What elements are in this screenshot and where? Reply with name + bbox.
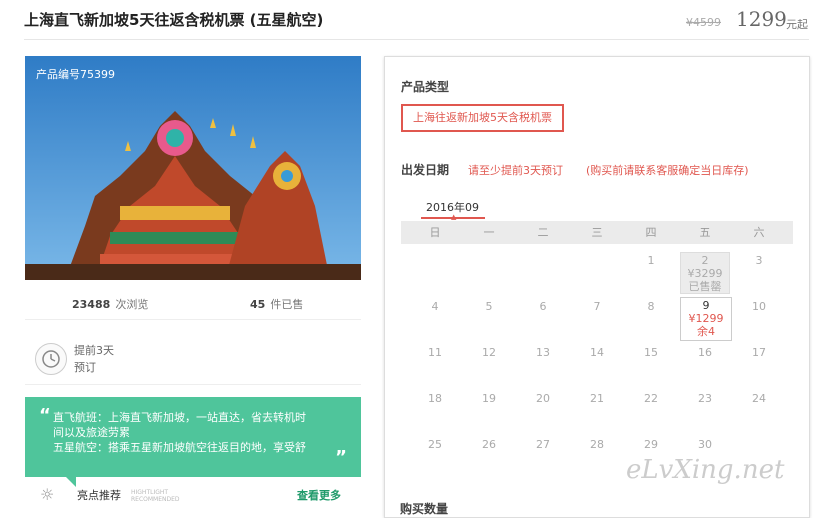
sold-stat: 45 件已售 [250, 293, 303, 312]
calendar-day: 12 [482, 346, 496, 359]
header-divider [24, 39, 809, 40]
product-code: 产品编号75399 [36, 68, 115, 81]
calendar-day: 10 [752, 300, 766, 313]
soldout-status: 已售罄 [688, 280, 722, 293]
highlight-line-3: 五星航空：搭乘五星新加坡航空往返目的地，享受舒 [53, 441, 306, 454]
available-price: ¥1299 [688, 312, 724, 325]
quote-open-icon: “ [39, 405, 51, 426]
calendar-day: 25 [428, 438, 442, 451]
calendar-day: 7 [593, 300, 601, 313]
views-stat: 23488 次浏览 [72, 293, 148, 312]
highlight-line-1: 直飞航班：上海直飞新加坡，一站直达，省去转机时 [53, 411, 306, 424]
sold-count: 45 [250, 298, 266, 311]
stats-divider [25, 319, 361, 320]
calendar-day: 6 [539, 300, 547, 313]
calendar-day: 13 [536, 346, 550, 359]
weekday-fri: 五 [699, 226, 711, 239]
temple-illustration [25, 56, 361, 280]
stock-warning: (购买前请联系客服确定当日库存) [586, 164, 749, 177]
calendar-day-available[interactable]: 9 ¥1299 余4 [680, 297, 732, 341]
calendar-day: 29 [644, 438, 658, 451]
calendar-day: 22 [644, 392, 658, 405]
weekday-wed: 三 [591, 226, 603, 239]
calendar-day: 17 [752, 346, 766, 359]
calendar-day: 28 [590, 438, 604, 451]
advance-warning: 请至少提前3天预订 [468, 164, 563, 177]
calendar-day: 27 [536, 438, 550, 451]
calendar-day: 14 [590, 346, 604, 359]
calendar-day: 20 [536, 392, 550, 405]
available-day: 9 [702, 299, 710, 312]
see-more-link[interactable]: 查看更多 [297, 487, 341, 503]
highlight-label: 亮点推荐 [77, 489, 121, 502]
calendar-day: 30 [698, 438, 712, 451]
available-remaining: 余4 [697, 325, 715, 338]
calendar-day: 23 [698, 392, 712, 405]
weekday-tue: 二 [537, 226, 549, 239]
weekday-thu: 四 [645, 226, 657, 239]
calendar-day: 11 [428, 346, 442, 359]
calendar-day: 1 [647, 254, 655, 267]
page-title: 上海直飞新加坡5天往返含税机票 (五星航空) [24, 11, 324, 29]
current-price: 1299 [736, 7, 787, 31]
site-watermark: eLvXing.net [626, 455, 785, 485]
calendar-day: 21 [590, 392, 604, 405]
caret-up-icon: ▲ [451, 213, 457, 221]
clock-icon [35, 343, 67, 375]
views-count: 23488 [72, 298, 111, 311]
sold-label: 件已售 [270, 298, 304, 311]
calendar-weekday-header: 日 一 二 三 四 五 六 [401, 221, 793, 244]
highlight-label-en-1: HIGHTLIGHT [131, 489, 169, 496]
weekday-mon: 一 [483, 226, 495, 239]
calendar-day: 16 [698, 346, 712, 359]
product-photo[interactable] [25, 56, 361, 280]
calendar-day: 26 [482, 438, 496, 451]
soldout-price: ¥3299 [687, 267, 723, 280]
product-type-option[interactable]: 上海往返新加坡5天含税机票 [401, 104, 564, 132]
calendar-day: 4 [431, 300, 439, 313]
sun-icon: ☼ [40, 485, 55, 504]
advance-booking-note: 提前3天 预订 [74, 342, 114, 376]
highlight-box: “ 直飞航班：上海直飞新加坡，一站直达，省去转机时 间以及旅途劳累 五星航空：搭… [25, 397, 361, 477]
views-label: 次浏览 [115, 298, 149, 311]
highlight-label-en: HIGHTLIGHT RECOMMENDED [131, 489, 180, 503]
calendar-day-soldout: 2 ¥3299 已售罄 [680, 252, 730, 294]
calendar-day: 8 [647, 300, 655, 313]
advance-line-1: 提前3天 [74, 344, 114, 357]
soldout-day: 2 [701, 254, 709, 267]
product-type-label: 产品类型 [401, 80, 450, 94]
advance-divider [25, 384, 361, 385]
highlight-label-en-2: RECOMMENDED [131, 496, 180, 503]
calendar-day: 3 [755, 254, 763, 267]
weekday-sun: 日 [429, 226, 441, 239]
advance-line-2: 预订 [74, 361, 96, 374]
departure-date-label: 出发日期 [401, 163, 450, 177]
original-price: ¥4599 [686, 16, 721, 29]
calendar-day: 18 [428, 392, 442, 405]
calendar-day: 24 [752, 392, 766, 405]
highlight-pointer [66, 477, 76, 487]
highlight-text: 直飞航班：上海直飞新加坡，一站直达，省去转机时 间以及旅途劳累 五星航空：搭乘五… [53, 410, 343, 455]
highlight-line-2: 间以及旅途劳累 [53, 426, 130, 439]
purchase-quantity-label: 购买数量 [400, 502, 449, 516]
calendar-day: 5 [485, 300, 493, 313]
calendar-day: 15 [644, 346, 658, 359]
calendar-day: 19 [482, 392, 496, 405]
weekday-sat: 六 [753, 226, 765, 239]
quote-close-icon: ” [335, 447, 347, 468]
price-suffix: 元起 [786, 18, 808, 31]
